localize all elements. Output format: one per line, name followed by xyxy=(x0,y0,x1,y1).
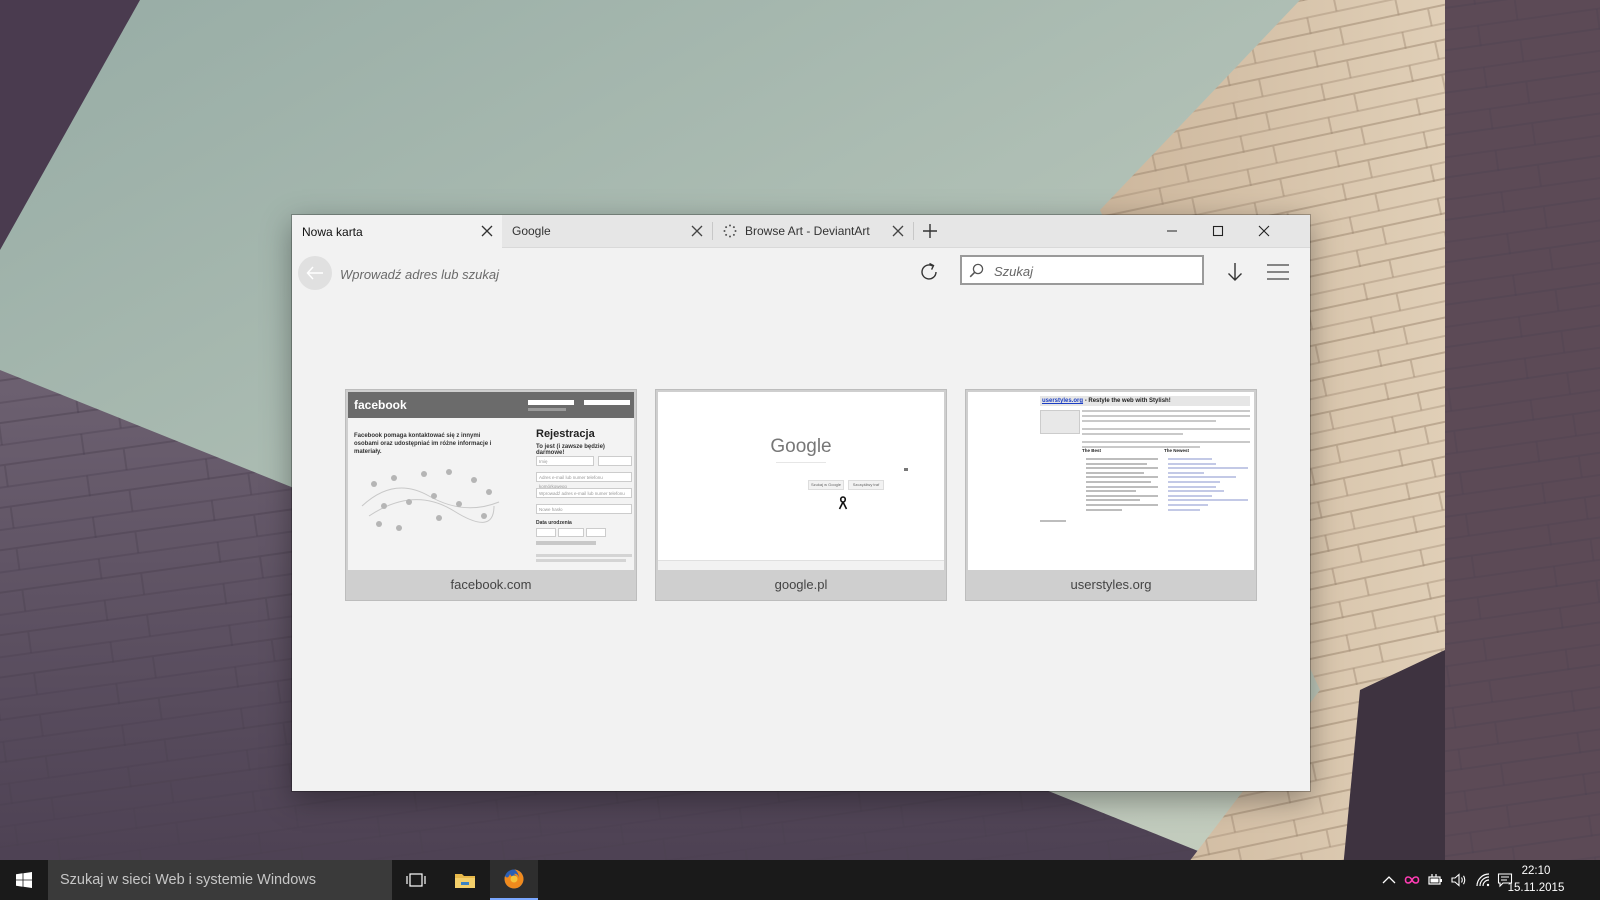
tab-bar: Nowa karta Google Browse Art - DeviantAr… xyxy=(292,215,1310,248)
thumb-lucky-button: Szczęśliwy traf xyxy=(848,480,884,490)
taskbar-clock[interactable]: 22:10 15.11.2015 xyxy=(1500,863,1572,897)
thumb-searchbar-line xyxy=(776,462,826,463)
top-sites-grid: facebook Facebook pomaga kontaktować się… xyxy=(346,390,1256,600)
thumb-site-link: userstyles.org xyxy=(1042,398,1084,404)
tab-new-tab[interactable]: Nowa karta xyxy=(292,215,502,248)
close-icon[interactable] xyxy=(690,224,704,238)
thumb-tagline: - Restyle the web with Stylish! xyxy=(1083,398,1171,404)
task-view-icon xyxy=(406,873,426,887)
world-map-people-icon xyxy=(361,469,500,531)
thumb-subheading: To jest (i zawsze będzie) darmowe! xyxy=(536,444,605,456)
taskbar: 22:10 15.11.2015 xyxy=(0,860,1600,900)
top-site-tile-google[interactable]: Google Szukaj w Google Szczęśliwy traf g… xyxy=(656,390,946,600)
thumb-body: Facebook pomaga kontaktować się z innymi… xyxy=(348,418,634,570)
thumb-radio-row xyxy=(536,541,596,545)
tile-label: google.pl xyxy=(774,577,828,592)
browser-window: Nowa karta Google Browse Art - DeviantAr… xyxy=(292,215,1310,791)
site-thumbnail: userstyles.org - Restyle the web with St… xyxy=(968,392,1254,570)
search-icon xyxy=(969,263,984,278)
tab-title: Nowa karta xyxy=(302,224,363,239)
hamburger-menu-icon[interactable] xyxy=(1266,262,1290,282)
thumb-keyboard-icon xyxy=(904,468,908,471)
infinity-icon[interactable] xyxy=(1404,872,1420,888)
folder-icon xyxy=(455,874,475,888)
thumb-intro-text: Facebook pomaga kontaktować się z innymi… xyxy=(354,433,492,455)
address-bar-input[interactable] xyxy=(338,258,902,290)
file-explorer-button[interactable] xyxy=(441,860,489,900)
thumb-header: facebook xyxy=(348,392,634,418)
thumb-field: Wprowadź adres e-mail lub numer telefonu xyxy=(536,488,632,498)
thumb-password-field xyxy=(584,400,630,405)
close-icon xyxy=(1258,225,1270,237)
tab-title: Google xyxy=(512,224,551,238)
maximize-icon xyxy=(1212,225,1224,237)
thumb-field: Nowe hasło xyxy=(536,504,632,514)
thumb-birthday-label: Data urodzenia xyxy=(536,520,572,526)
tile-label: facebook.com xyxy=(450,577,532,592)
windows-logo-icon xyxy=(16,872,32,888)
thumb-terms-line xyxy=(536,559,626,562)
site-thumbnail: Google Szukaj w Google Szczęśliwy traf xyxy=(658,392,944,570)
tab-google[interactable]: Google xyxy=(502,215,712,247)
google-logo: Google xyxy=(770,436,832,457)
clock-time: 22:10 xyxy=(1521,865,1551,877)
site-thumbnail: facebook Facebook pomaga kontaktować się… xyxy=(348,392,634,570)
start-button[interactable] xyxy=(0,860,48,900)
battery-plug-icon[interactable] xyxy=(1427,872,1443,888)
thumb-field: Adres e-mail lub numer telefonu komórkow… xyxy=(536,472,632,489)
taskbar-search-input[interactable] xyxy=(48,860,392,900)
thumb-best-title: The Best xyxy=(1082,448,1102,453)
thumb-newest-title: The Newest xyxy=(1164,448,1190,453)
thumb-best-list xyxy=(1086,458,1158,511)
firefox-taskbar-button[interactable] xyxy=(490,860,538,900)
new-tab-plus-icon[interactable] xyxy=(922,223,938,239)
thumb-field xyxy=(598,456,632,466)
search-input[interactable] xyxy=(992,260,1201,282)
thumb-login-field xyxy=(528,400,574,405)
download-arrow-icon[interactable] xyxy=(1224,260,1246,284)
arrow-left-icon xyxy=(306,266,323,280)
minimize-icon xyxy=(1167,230,1177,232)
close-icon[interactable] xyxy=(891,224,905,238)
thumb-intro-lines xyxy=(1082,410,1250,448)
thumb-sidebar xyxy=(1040,410,1080,434)
top-site-tile-userstyles[interactable]: userstyles.org - Restyle the web with St… xyxy=(966,390,1256,600)
ribbon-icon xyxy=(838,496,848,510)
tab-separator xyxy=(913,222,914,240)
volume-icon[interactable] xyxy=(1451,872,1467,888)
close-window-button[interactable] xyxy=(1241,215,1287,247)
tile-label: userstyles.org xyxy=(1070,577,1152,592)
tab-title: Browse Art - DeviantArt xyxy=(745,224,870,238)
reload-icon[interactable] xyxy=(917,260,941,284)
tab-deviantart[interactable]: Browse Art - DeviantArt xyxy=(713,215,913,247)
thumb-search-button: Szukaj w Google xyxy=(808,480,844,490)
facebook-logo: facebook xyxy=(354,398,407,412)
search-box[interactable] xyxy=(960,255,1204,285)
thumb-select xyxy=(536,528,556,537)
thumb-terms-line xyxy=(536,554,632,557)
thumb-footer xyxy=(658,560,944,570)
top-site-tile-facebook[interactable]: facebook Facebook pomaga kontaktować się… xyxy=(346,390,636,600)
clock-date: 15.11.2015 xyxy=(1507,882,1565,894)
thumb-select xyxy=(558,528,584,537)
firefox-icon xyxy=(504,869,524,889)
maximize-button[interactable] xyxy=(1195,215,1241,247)
chevron-up-icon[interactable] xyxy=(1381,872,1397,888)
wifi-icon[interactable] xyxy=(1475,872,1491,888)
navigation-toolbar xyxy=(292,248,1310,298)
task-view-button[interactable] xyxy=(392,860,440,900)
thumb-newest-list xyxy=(1168,458,1248,511)
thumb-heading: Rejestracja xyxy=(536,428,595,440)
thumb-remember-line xyxy=(528,408,566,411)
thumb-header: userstyles.org - Restyle the web with St… xyxy=(1040,396,1250,406)
loading-spinner-icon xyxy=(723,224,737,238)
close-icon[interactable] xyxy=(480,224,494,238)
thumb-select xyxy=(586,528,606,537)
minimize-button[interactable] xyxy=(1149,215,1195,247)
back-button[interactable] xyxy=(298,256,332,290)
thumb-field: Imię xyxy=(536,456,594,466)
thumb-footer-line xyxy=(1040,520,1066,522)
